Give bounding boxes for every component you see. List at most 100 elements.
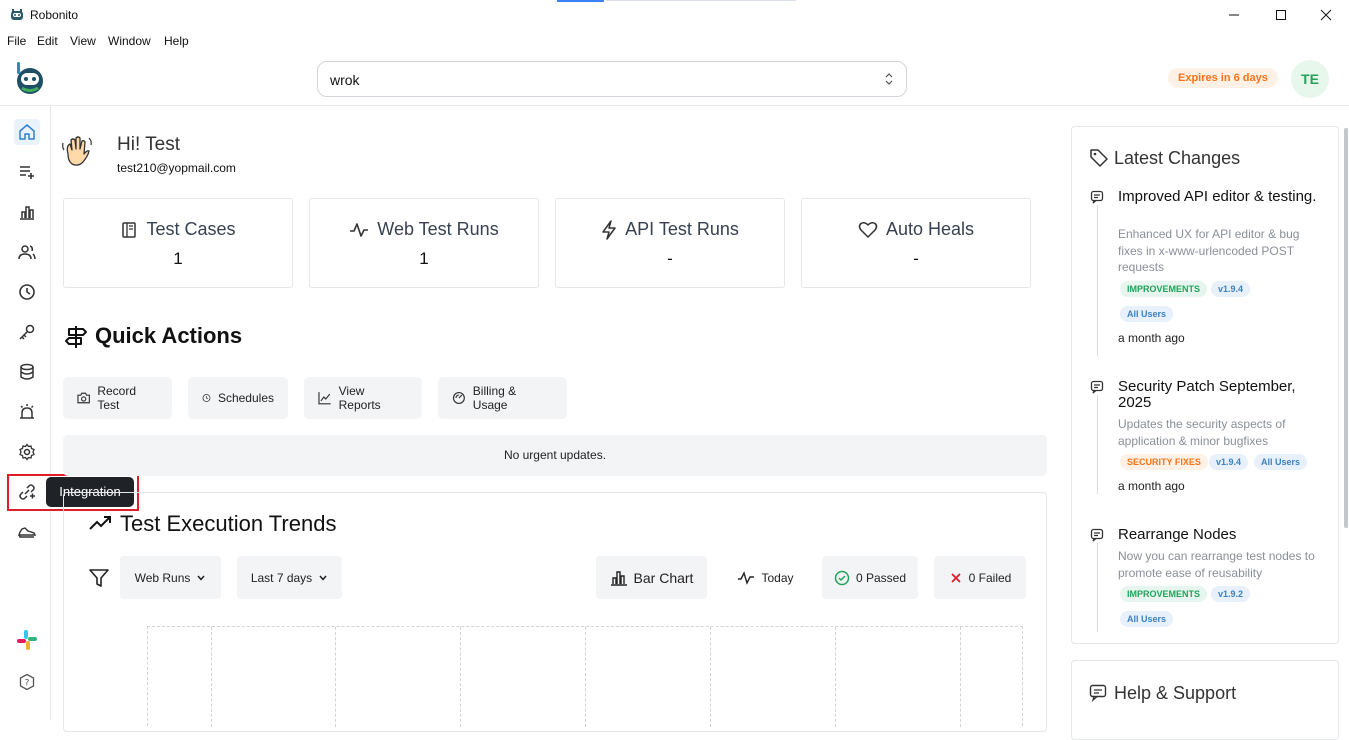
passed-filter[interactable]: 0 Passed: [822, 556, 918, 599]
sidebar-item-settings[interactable]: [14, 439, 40, 465]
change-time: a month ago: [1118, 331, 1185, 345]
change-description: Now you can rearrange test nodes to prom…: [1118, 549, 1315, 580]
app-header: wrok Expires in 6 days TE: [0, 52, 1349, 106]
grid-line: [960, 627, 961, 727]
change-title: Rearrange Nodes: [1118, 526, 1237, 543]
sidebar-item-help[interactable]: ?: [14, 669, 40, 695]
grid-line: [710, 627, 711, 727]
tag-icon: [1089, 148, 1109, 168]
sidebar: ?: [0, 106, 51, 720]
view-reports-label: View Reports: [338, 384, 381, 412]
chevron-down-icon: [197, 575, 205, 581]
stat-card-api-test-runs[interactable]: API Test Runs -: [555, 198, 785, 288]
change-description: Enhanced UX for API editor & bug fixes i…: [1118, 227, 1300, 274]
today-button[interactable]: Today: [723, 556, 808, 599]
run-type-dropdown[interactable]: Web Runs: [120, 556, 221, 599]
stat-value: 1: [419, 249, 429, 268]
badge-type: IMPROVEMENTS: [1120, 586, 1208, 602]
slack-icon: [17, 630, 37, 650]
close-button[interactable]: [1303, 0, 1349, 30]
robonito-logo-icon[interactable]: [13, 59, 47, 95]
badge-version: v1.9.4: [1211, 281, 1251, 297]
passed-label: 0 Passed: [855, 570, 907, 585]
timeline-line: [1097, 204, 1098, 356]
maximize-button[interactable]: [1258, 0, 1304, 30]
app-logo-icon: [9, 7, 25, 23]
sidebar-item-reports[interactable]: [14, 199, 40, 225]
view-reports-button[interactable]: View Reports: [304, 377, 422, 419]
svg-text:?: ?: [25, 679, 30, 689]
grid-line: [335, 627, 336, 727]
failed-filter[interactable]: 0 Failed: [934, 556, 1026, 599]
record-test-label: Record Test: [97, 384, 136, 412]
gauge-icon: [452, 391, 465, 405]
urgent-updates-banner: No urgent updates.: [63, 435, 1047, 476]
maximize-icon: [1276, 10, 1286, 20]
home-icon: [19, 124, 35, 140]
key-icon: [19, 324, 35, 340]
bar-chart-icon: [610, 570, 627, 586]
sidebar-item-alerts[interactable]: [14, 399, 40, 425]
latest-changes-title: Latest Changes: [1114, 148, 1241, 168]
window-title: Robonito: [30, 8, 79, 22]
clock-icon: [19, 284, 35, 300]
expiry-badge: Expires in 6 days: [1168, 68, 1278, 88]
menu-file[interactable]: File: [7, 34, 26, 48]
clock-icon: [202, 394, 211, 402]
menu-edit[interactable]: Edit: [37, 34, 58, 48]
window-accent-line-light: [606, 0, 796, 1]
badge-audience: All Users: [1254, 454, 1308, 470]
sidebar-item-schedules[interactable]: [14, 279, 40, 305]
help-icon: ?: [19, 673, 35, 691]
user-avatar[interactable]: TE: [1291, 60, 1329, 98]
add-list-icon: [20, 166, 34, 179]
menu-bar: File Edit View Window Help: [0, 30, 1349, 52]
greeting-title: Hi! Test: [117, 134, 181, 155]
waving-hand-icon: [60, 134, 94, 168]
chart-line-icon: [318, 392, 331, 405]
change-description: Updates the security aspects of applicat…: [1118, 417, 1286, 448]
help-support-title: Help & Support: [1114, 683, 1237, 703]
grid-line: [585, 627, 586, 727]
scrollbar-thumb[interactable]: [1344, 128, 1348, 528]
stat-label: Test Cases: [146, 219, 236, 239]
sidebar-item-database[interactable]: [14, 359, 40, 385]
window-accent-line: [557, 0, 604, 2]
activity-icon: [350, 222, 369, 237]
badge-audience: All Users: [1120, 306, 1174, 322]
project-select-value: wrok: [330, 72, 360, 88]
bar-chart-toggle[interactable]: Bar Chart: [596, 556, 707, 599]
stat-card-web-test-runs[interactable]: Web Test Runs 1: [309, 198, 539, 288]
sidebar-item-home[interactable]: [14, 119, 40, 145]
project-select[interactable]: wrok: [317, 61, 907, 97]
menu-help[interactable]: Help: [164, 34, 189, 48]
stat-value: -: [667, 249, 673, 268]
menu-window[interactable]: Window: [108, 34, 151, 48]
billing-usage-button[interactable]: Billing & Usage: [438, 377, 567, 419]
sidebar-item-keys[interactable]: [14, 319, 40, 345]
sidebar-item-shoe[interactable]: [14, 519, 40, 545]
date-range-dropdown[interactable]: Last 7 days: [237, 556, 342, 599]
signpost-icon: [65, 324, 89, 350]
chat-icon: [1089, 684, 1107, 702]
schedules-button[interactable]: Schedules: [188, 377, 288, 419]
minimize-button[interactable]: [1211, 0, 1257, 30]
shoe-icon: [18, 527, 36, 538]
sidebar-item-slack[interactable]: [14, 627, 40, 653]
timeline-line: [1097, 542, 1098, 632]
schedules-label: Schedules: [217, 391, 274, 405]
x-icon: [951, 572, 961, 583]
stat-card-auto-heals[interactable]: Auto Heals -: [801, 198, 1031, 288]
grid-line: [460, 627, 461, 727]
book-icon: [122, 221, 137, 238]
trending-up-icon: [89, 513, 113, 533]
filter-icon[interactable]: [88, 567, 110, 589]
record-test-button[interactable]: Record Test: [63, 377, 172, 419]
menu-view[interactable]: View: [70, 34, 96, 48]
sidebar-item-test-cases[interactable]: [14, 159, 40, 185]
stat-card-test-cases[interactable]: Test Cases 1: [63, 198, 293, 288]
chart-type-label: Bar Chart: [633, 569, 694, 586]
badge-version: v1.9.4: [1209, 454, 1249, 470]
sidebar-item-users[interactable]: [14, 239, 40, 265]
users-icon: [18, 245, 36, 260]
